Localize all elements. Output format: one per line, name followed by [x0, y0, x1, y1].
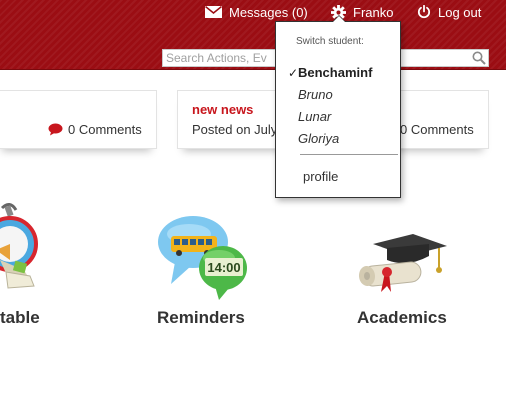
comments-link[interactable]: 0 Comments: [400, 122, 474, 137]
user-name-label: Franko: [353, 4, 394, 20]
tile-label[interactable]: Academics: [357, 308, 447, 328]
envelope-icon: [205, 6, 222, 18]
news-card[interactable]: 0 Comments: [0, 90, 157, 149]
comments-link[interactable]: 0 Comments: [48, 122, 142, 137]
logout-link[interactable]: Log out: [417, 3, 481, 21]
graduation-cap-diploma-icon[interactable]: [355, 234, 447, 294]
comments-count: 0 Comments: [68, 122, 142, 137]
dropdown-caret: [332, 15, 346, 22]
checkmark-icon: ✓: [288, 66, 299, 80]
comment-bubble-icon: [48, 123, 63, 136]
news-posted-date: Posted on July: [192, 122, 278, 137]
student-option[interactable]: Benchaminf: [298, 65, 372, 80]
news-title[interactable]: new news: [192, 102, 253, 117]
student-option[interactable]: Bruno: [298, 87, 333, 102]
tile-label[interactable]: Reminders: [157, 308, 245, 328]
search-icon[interactable]: [472, 51, 486, 70]
messages-label: Messages (0): [229, 4, 308, 20]
messages-link[interactable]: Messages (0): [205, 3, 308, 21]
profile-link[interactable]: profile: [303, 169, 338, 184]
reminder-bus-clock-icon[interactable]: 14:00: [157, 214, 249, 302]
svg-text:14:00: 14:00: [207, 260, 240, 275]
student-option[interactable]: Gloriya: [298, 131, 339, 146]
dropdown-title: Switch student:: [296, 36, 364, 47]
power-icon: [417, 5, 431, 19]
switch-student-dropdown: Switch student: ✓ Benchaminf Bruno Lunar…: [275, 15, 401, 198]
alarm-clock-icon[interactable]: [0, 200, 40, 296]
dropdown-divider: [300, 154, 398, 155]
logout-label: Log out: [438, 4, 482, 20]
student-option[interactable]: Lunar: [298, 109, 331, 124]
comments-count: 0 Comments: [400, 122, 474, 137]
tile-label[interactable]: table: [0, 308, 40, 328]
